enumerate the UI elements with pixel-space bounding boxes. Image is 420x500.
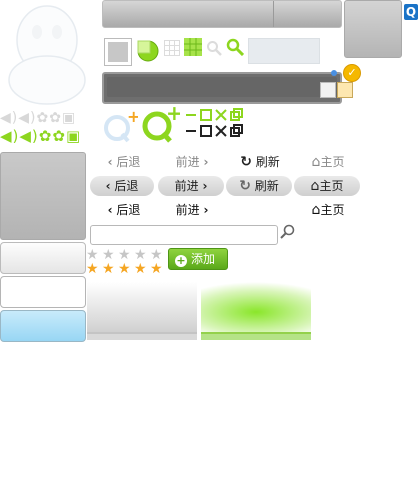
green-glow-swatch	[201, 282, 311, 342]
forward-button-hover[interactable]: 前进 ›	[158, 176, 224, 196]
volume-icon: ◀)	[0, 110, 19, 126]
window-controls-black	[184, 124, 248, 138]
plus-icon: +	[175, 254, 187, 267]
check-icon: ✓	[343, 64, 361, 82]
volume-low-icon[interactable]: ◀)	[19, 127, 38, 145]
qplus-faded-icon[interactable]: +	[102, 107, 140, 144]
earth-icon[interactable]	[136, 38, 160, 62]
home-button-hover[interactable]: ⌂主页	[294, 176, 360, 196]
grid-icon[interactable]	[164, 40, 180, 56]
search-icon[interactable]	[206, 40, 222, 56]
avatar-placeholder	[0, 152, 86, 240]
rating-gray: ★ ★ ★ ★ ★	[86, 248, 168, 262]
svg-text:+: +	[166, 104, 180, 125]
star-icon[interactable]: ★	[150, 248, 163, 262]
thumb-frame	[104, 38, 132, 66]
volume-low-icon: ◀)	[18, 110, 37, 126]
qq-penguin-icon	[8, 5, 86, 105]
star-icon[interactable]: ★	[102, 262, 115, 276]
search-box-bg[interactable]	[248, 38, 320, 64]
chevron-right-icon: ›	[203, 203, 209, 217]
gear-icon[interactable]: ✿	[52, 127, 66, 145]
gear-icon: ✿	[49, 110, 62, 126]
add-button[interactable]: + 添加	[168, 248, 228, 270]
chevron-right-icon: ›	[203, 155, 209, 169]
qq-logo-icon: Q	[404, 4, 418, 20]
star-icon[interactable]: ★	[86, 262, 99, 276]
grid-active-icon[interactable]	[184, 38, 202, 56]
back-button-active[interactable]: ‹ 后退	[92, 200, 156, 220]
star-icon[interactable]: ★	[134, 262, 147, 276]
home-button[interactable]: ⌂主页	[296, 152, 360, 172]
window-controls-green	[184, 108, 248, 122]
star-icon[interactable]: ★	[118, 262, 131, 276]
green-toolbar-icons: ◀)◀)✿✿▣	[0, 127, 100, 145]
forward-button-active[interactable]: 前进 ›	[160, 200, 224, 220]
chevron-left-icon: ‹	[105, 179, 111, 193]
chevron-left-icon: ‹	[107, 155, 113, 169]
star-icon[interactable]: ★	[134, 248, 147, 262]
home-button-active[interactable]: ⌂主页	[296, 200, 360, 220]
refresh-button-hover[interactable]: ↻ 刷新	[226, 176, 292, 196]
dark-input-bar[interactable]	[102, 72, 342, 104]
gear-icon: ✿	[36, 110, 50, 126]
skin-icon: ▣	[61, 110, 77, 126]
star-icon[interactable]: ★	[118, 248, 131, 262]
button-normal-state[interactable]	[0, 242, 86, 274]
forward-button[interactable]: 前进 ›	[160, 152, 224, 172]
title-bar	[102, 0, 342, 28]
online-dot-icon	[331, 70, 337, 76]
rating-orange: ★ ★ ★ ★ ★	[86, 262, 168, 276]
star-icon[interactable]: ★	[86, 248, 99, 262]
search-input[interactable]	[90, 225, 278, 245]
chevron-right-icon: ›	[202, 179, 208, 193]
checkbox-hover[interactable]	[337, 82, 353, 98]
qplus-icon[interactable]: +	[140, 101, 183, 144]
skin-icon[interactable]: ▣	[66, 127, 81, 145]
back-button-hover[interactable]: ‹ 后退	[90, 176, 154, 196]
svg-text:+: +	[127, 108, 138, 126]
volume-icon[interactable]: ◀)	[0, 127, 19, 145]
refresh-button[interactable]: ↻ 刷新	[228, 152, 292, 172]
faded-toolbar-icons: ◀)◀)✿✿▣	[0, 110, 100, 126]
refresh-icon: ↻	[240, 154, 252, 170]
back-button[interactable]: ‹ 后退	[92, 152, 156, 172]
checkbox-unchecked[interactable]	[320, 82, 336, 98]
star-icon[interactable]: ★	[102, 248, 115, 262]
large-avatar	[344, 0, 402, 58]
chevron-left-icon: ‹	[107, 203, 113, 217]
star-icon[interactable]: ★	[150, 262, 163, 276]
gray-glow-swatch	[87, 282, 197, 342]
search-icon[interactable]	[280, 224, 296, 240]
search-icon[interactable]	[226, 38, 245, 57]
button-pressed-state[interactable]	[0, 310, 86, 342]
gear-icon[interactable]: ✿	[39, 127, 53, 145]
button-hover-state[interactable]	[0, 276, 86, 308]
refresh-icon: ↻	[239, 178, 251, 194]
